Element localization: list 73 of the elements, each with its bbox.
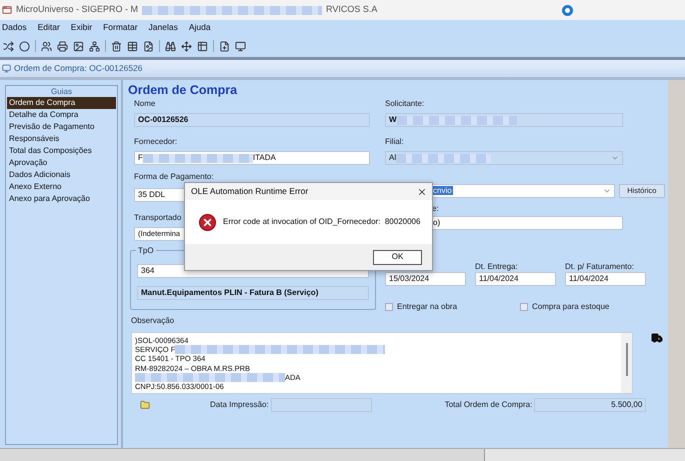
guide-item[interactable]: Anexo para Aprovação (7, 193, 116, 205)
checkbox-label: Compra para estoque (532, 301, 610, 313)
ring-icon (562, 4, 573, 16)
guide-item[interactable]: Detalhe da Compra (7, 109, 116, 121)
menu-item[interactable]: Formatar (103, 21, 138, 34)
field-label: Forma de Pagamento: (134, 171, 215, 182)
document-title: Ordem de Compra: OC-00126526 (14, 62, 143, 75)
toolbar-icon[interactable] (57, 40, 68, 52)
guide-item[interactable]: Previsão de Pagamento (7, 121, 116, 133)
folder-icon[interactable] (140, 400, 150, 410)
text-field[interactable]: 11/04/2024 (475, 272, 556, 286)
menu-item[interactable]: Janelas (148, 21, 178, 34)
text-field[interactable]: 15/03/2024 (385, 272, 466, 286)
window-title: RVICOS S.A (326, 3, 378, 16)
toolbar-icon[interactable] (143, 40, 154, 52)
checkbox-label: Entregar na obra (397, 301, 458, 313)
text-field[interactable]: OC-00126526 (134, 113, 370, 127)
guide-item[interactable]: Anexo Externo (7, 181, 116, 193)
toolbar-icon[interactable] (3, 40, 14, 52)
dialog-title: OLE Automation Runtime Error (191, 185, 310, 198)
field-label: Transportado (134, 212, 182, 223)
guide-item[interactable]: Responsáveis (7, 133, 116, 145)
guide-item[interactable]: Aprovação (7, 157, 116, 169)
toolbar-icon[interactable] (127, 40, 138, 52)
truck-icon (651, 332, 663, 344)
text-field[interactable]: Manut.Equipamentos PLIN - Fatura B (Serviço) (137, 286, 369, 300)
text-field[interactable]: Al (385, 151, 623, 165)
text-field[interactable]: W (385, 113, 623, 127)
toolbar-icon[interactable] (19, 40, 30, 52)
guide-item[interactable]: Ordem de Compra (7, 97, 116, 109)
text-field[interactable]: 11/04/2024 (565, 272, 646, 286)
form-heading: Ordem de Compra (128, 83, 238, 98)
field-label: Filial: (385, 136, 405, 147)
text-field[interactable]: 5.500,00 (534, 398, 646, 412)
guide-item[interactable]: Total das Composições (7, 145, 116, 157)
dropdown-icon[interactable] (611, 154, 619, 162)
menu-item[interactable]: Editar (38, 21, 60, 34)
form-icon (2, 64, 11, 73)
field-label: Fornecedor: (134, 136, 178, 147)
toolbar-icon[interactable] (235, 40, 246, 52)
text-field[interactable]: F ITADA (134, 151, 370, 165)
window-title: MicroUniverso - SIGEPRO - M (16, 3, 138, 16)
guide-item[interactable]: Dados Adicionais (7, 169, 116, 181)
menu-item[interactable]: Dados (2, 21, 27, 34)
field-label: Dt. Entrega: (475, 261, 519, 272)
toolbar-icon[interactable] (111, 40, 122, 52)
toolbar-icon[interactable] (219, 40, 230, 52)
ok-button[interactable]: OK (373, 250, 422, 264)
error-icon (199, 214, 216, 230)
checkbox[interactable] (520, 303, 528, 311)
toolbar-icon[interactable] (41, 40, 52, 52)
field-label: Dt. p/ Faturamento: (565, 261, 635, 272)
menu-item[interactable]: Ajuda (188, 21, 211, 34)
toolbar-icon[interactable] (165, 40, 176, 52)
group-label: TpO (136, 245, 156, 257)
app-icon (2, 5, 12, 15)
toolbar-icon[interactable] (197, 40, 208, 52)
panel-title: Guias (50, 86, 73, 97)
scrollbar (621, 333, 632, 393)
field-label: Observação (130, 315, 176, 326)
menu-item[interactable]: Exibir (70, 21, 92, 34)
field-label: Nome (134, 98, 156, 109)
field-label: Data Impressão: (210, 399, 269, 411)
toolbar-icon[interactable] (73, 40, 84, 52)
text-field[interactable] (270, 398, 372, 412)
checkbox[interactable] (385, 303, 393, 311)
toolbar-icon[interactable] (181, 40, 192, 52)
toolbar-icon[interactable] (89, 40, 100, 52)
close-icon[interactable] (417, 186, 427, 196)
selected-text: cnvio (432, 186, 453, 195)
dropdown-icon[interactable] (602, 187, 611, 195)
field-label: Solicitante: (385, 98, 426, 109)
field-label: Total Ordem de Compra: (444, 399, 532, 411)
